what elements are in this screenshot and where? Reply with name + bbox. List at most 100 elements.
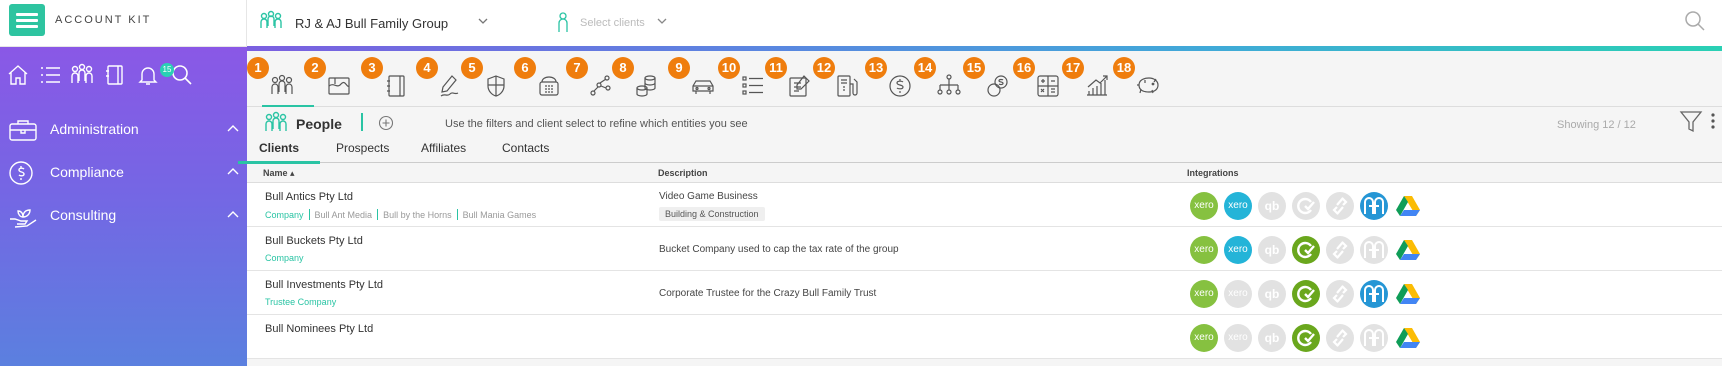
subtab-contacts[interactable]: Contacts — [502, 141, 549, 155]
xero-icon[interactable]: xero — [1190, 192, 1218, 220]
table-row[interactable]: Bull Investments Pty Ltd Trustee Company C… — [247, 271, 1722, 315]
entity-type-label: Trustee Company — [265, 297, 337, 307]
entity-name[interactable]: Bull Investments Pty Ltd — [265, 279, 383, 291]
quickbooks-icon[interactable]: qb — [1258, 192, 1286, 220]
search-icon[interactable] — [1684, 10, 1706, 32]
entity-types: Company Bull Ant Media Bull by the Horns Bu… — [265, 209, 536, 220]
google-drive-icon[interactable] — [1394, 192, 1422, 220]
link-integration-icon[interactable] — [1326, 324, 1354, 352]
class-super-icon[interactable] — [1292, 280, 1320, 308]
nav-tab-12[interactable]: 12 — [813, 51, 867, 107]
sidebar-item-compliance[interactable]: Compliance — [0, 152, 247, 192]
nav-tab-18[interactable]: 18 — [1113, 51, 1167, 107]
link-integration-icon[interactable] — [1326, 280, 1354, 308]
google-drive-icon[interactable] — [1394, 280, 1422, 308]
main-content: 1 2 3 4 5 6 7 8 9 10 11 12 13 14 15 16 17 18 People Use t… — [238, 51, 1722, 366]
quickbooks-icon[interactable]: qb — [1258, 236, 1286, 264]
chevron-up-icon[interactable] — [226, 164, 240, 178]
group-selector[interactable]: RJ & AJ Bull Family Group — [295, 16, 448, 31]
subtab-affiliates[interactable]: Affiliates — [421, 141, 466, 155]
tab-number-badge: 1 — [247, 57, 269, 79]
google-drive-icon[interactable] — [1394, 236, 1422, 264]
client-select[interactable]: Select clients — [580, 17, 645, 29]
xero-practice-icon[interactable]: xero — [1224, 192, 1252, 220]
google-drive-icon[interactable] — [1394, 324, 1422, 352]
nav-tab-10[interactable]: 10 — [718, 51, 772, 107]
search-icon[interactable] — [170, 63, 194, 87]
xero-practice-icon[interactable]: xero — [1224, 236, 1252, 264]
tab-number-badge: 4 — [416, 57, 438, 79]
nav-tab-2[interactable]: 2 — [304, 51, 358, 107]
nav-tab-6[interactable]: 6 — [514, 51, 568, 107]
nav-tab-15[interactable]: 15 — [963, 51, 1017, 107]
nav-tab-11[interactable]: 11 — [765, 51, 819, 107]
tab-number-badge: 10 — [718, 57, 740, 79]
chevron-down-icon[interactable] — [478, 16, 488, 26]
bell-icon[interactable] — [136, 63, 160, 87]
list-icon[interactable] — [38, 63, 62, 87]
entity-type-label[interactable]: Bull Ant Media — [315, 210, 373, 220]
class-super-icon[interactable] — [1292, 236, 1320, 264]
nav-tab-14[interactable]: 14 — [914, 51, 968, 107]
sidebar-item-administration[interactable]: Administration — [0, 109, 247, 149]
xero-icon[interactable]: xero — [1190, 280, 1218, 308]
entity-type-label[interactable]: Bull Mania Games — [463, 210, 537, 220]
chevron-up-icon[interactable] — [226, 121, 240, 135]
family-group-icon — [260, 10, 282, 28]
hub-people-icon[interactable] — [1360, 280, 1388, 308]
integration-icons: xero xero qb — [1190, 192, 1450, 220]
entity-name[interactable]: Bull Buckets Pty Ltd — [265, 235, 363, 247]
tab-number-badge: 15 — [963, 57, 985, 79]
xero-practice-icon[interactable]: xero — [1224, 324, 1252, 352]
hub-people-icon[interactable] — [1360, 236, 1388, 264]
table-row[interactable]: Bull Buckets Pty Ltd Company Bucket Compan… — [247, 227, 1722, 271]
nav-tab-17[interactable]: 17 — [1062, 51, 1116, 107]
class-super-icon[interactable] — [1292, 324, 1320, 352]
nav-tab-13[interactable]: 13 — [865, 51, 919, 107]
entity-name[interactable]: Bull Antics Pty Ltd — [265, 191, 353, 203]
nav-tab-1[interactable]: 1 — [247, 51, 301, 107]
hub-people-icon[interactable] — [1360, 324, 1388, 352]
more-vertical-icon[interactable] — [1709, 111, 1717, 131]
xero-practice-icon[interactable]: xero — [1224, 280, 1252, 308]
subtab-clients[interactable]: Clients — [259, 141, 299, 155]
link-integration-icon[interactable] — [1326, 192, 1354, 220]
people-subtabs: Clients Prospects Affiliates Contacts — [238, 137, 1722, 164]
tab-number-badge: 9 — [668, 57, 690, 79]
nav-tab-16[interactable]: 16 — [1013, 51, 1067, 107]
app-logo[interactable]: ACCOUNT KIT — [0, 0, 247, 47]
tab-number-badge: 12 — [813, 57, 835, 79]
quickbooks-icon[interactable]: qb — [1258, 324, 1286, 352]
entity-name[interactable]: Bull Nominees Pty Ltd — [265, 323, 373, 335]
home-icon[interactable] — [6, 63, 30, 87]
table-row[interactable]: Bull Nominees Pty Ltd xero xero qb — [247, 315, 1722, 359]
table-row[interactable]: Bull Antics Pty Ltd Company Bull Ant Media… — [247, 183, 1722, 227]
list-icon — [742, 76, 763, 95]
filter-icon[interactable] — [1679, 109, 1703, 135]
sidebar: 15 Administration Compliance Consulting — [0, 47, 247, 366]
add-circle-icon[interactable] — [378, 115, 394, 131]
class-super-icon[interactable] — [1292, 192, 1320, 220]
hub-people-icon[interactable] — [1360, 192, 1388, 220]
tab-number-badge: 5 — [461, 57, 483, 79]
column-header-name[interactable]: Name ▴ — [263, 168, 295, 179]
entity-type-label[interactable]: Bull by the Horns — [383, 210, 452, 220]
car-icon — [692, 80, 714, 94]
xero-icon[interactable]: xero — [1190, 324, 1218, 352]
book-icon[interactable] — [103, 63, 127, 87]
people-icon[interactable] — [70, 63, 94, 87]
chevron-up-icon[interactable] — [226, 207, 240, 221]
link-integration-icon[interactable] — [1326, 236, 1354, 264]
nav-tab-5[interactable]: 5 — [461, 51, 515, 107]
chevron-down-icon[interactable] — [657, 16, 667, 26]
quickbooks-icon[interactable]: qb — [1258, 280, 1286, 308]
logo-text: ACCOUNT KIT — [55, 14, 152, 26]
sidebar-item-label: Compliance — [50, 164, 124, 180]
nav-tab-3[interactable]: 3 — [361, 51, 415, 107]
nav-tab-8[interactable]: 8 — [612, 51, 666, 107]
coins-stack-icon — [636, 75, 656, 97]
sidebar-item-consulting[interactable]: Consulting — [0, 195, 247, 235]
xero-icon[interactable]: xero — [1190, 236, 1218, 264]
subtab-prospects[interactable]: Prospects — [336, 141, 389, 155]
nav-tab-9[interactable]: 9 — [668, 51, 722, 107]
